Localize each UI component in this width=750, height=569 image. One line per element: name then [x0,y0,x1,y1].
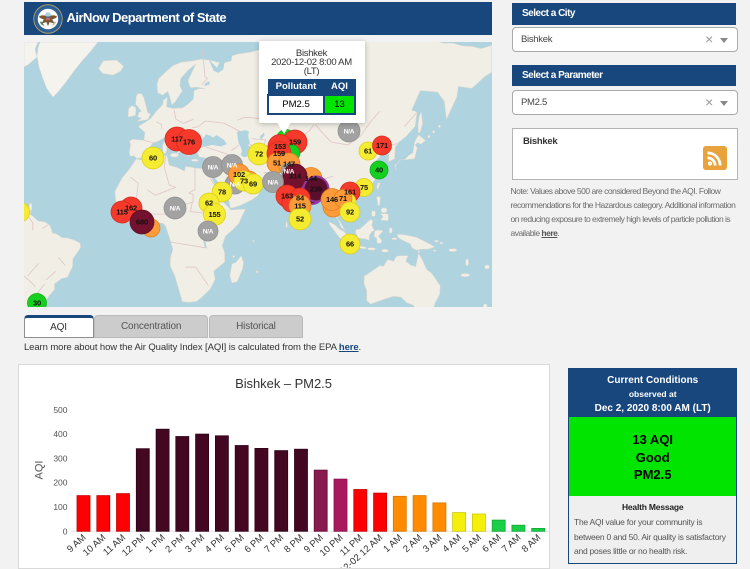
svg-text:7 AM: 7 AM [499,532,523,555]
svg-text:2 AM: 2 AM [401,532,425,555]
svg-text:300: 300 [53,453,67,463]
svg-text:5 PM: 5 PM [222,532,246,555]
svg-text:73: 73 [240,177,248,186]
svg-text:200: 200 [53,477,67,487]
svg-text:8 AM: 8 AM [519,532,543,555]
svg-text:100: 100 [53,502,67,512]
svg-text:117: 117 [171,135,183,144]
svg-text:6 PM: 6 PM [242,532,266,555]
svg-text:12 PM: 12 PM [120,532,148,559]
svg-text:N/A: N/A [208,165,219,172]
svg-text:680: 680 [136,218,148,227]
svg-text:146: 146 [326,195,338,204]
svg-text:5 AM: 5 AM [460,532,484,555]
svg-text:N/A: N/A [170,206,181,213]
svg-text:1 AM: 1 AM [381,532,405,555]
svg-text:147: 147 [283,160,295,169]
svg-text:71: 71 [339,194,347,203]
svg-text:144: 144 [305,174,318,183]
svg-text:4 PM: 4 PM [203,532,227,555]
svg-text:6 AM: 6 AM [480,532,504,555]
svg-text:78: 78 [218,188,226,197]
svg-text:115: 115 [116,208,128,217]
svg-text:N/A: N/A [268,180,279,187]
svg-text:8 PM: 8 PM [282,532,306,555]
svg-text:159: 159 [273,149,285,158]
svg-text:159: 159 [289,138,301,147]
svg-text:0: 0 [62,526,67,536]
svg-text:171: 171 [376,141,388,150]
svg-text:400: 400 [53,429,67,439]
svg-text:75: 75 [360,183,368,192]
svg-text:72: 72 [255,150,263,159]
svg-text:155: 155 [209,210,221,219]
svg-text:3 PM: 3 PM [183,532,207,555]
svg-text:239: 239 [310,185,322,194]
svg-text:4 AM: 4 AM [440,532,464,555]
svg-text:N/A: N/A [344,129,355,136]
svg-text:163: 163 [281,192,293,201]
svg-text:N/A: N/A [203,229,214,236]
svg-text:62: 62 [205,199,213,208]
svg-text:N/A: N/A [227,163,238,170]
svg-text:30: 30 [33,299,41,307]
svg-text:66: 66 [346,240,354,249]
svg-text:60: 60 [149,154,157,163]
svg-text:52: 52 [296,215,304,224]
svg-text:AQI: AQI [33,460,45,479]
svg-text:115: 115 [294,202,306,211]
svg-text:1 PM: 1 PM [143,532,167,555]
svg-text:69: 69 [249,180,257,189]
svg-text:3 AM: 3 AM [420,532,444,555]
svg-text:51: 51 [273,159,281,168]
svg-text:40: 40 [375,166,383,175]
svg-text:92: 92 [346,208,354,217]
svg-text:176: 176 [183,138,195,147]
svg-text:61: 61 [364,147,372,156]
svg-text:314: 314 [289,172,302,181]
svg-text:500: 500 [53,404,67,414]
svg-text:2 PM: 2 PM [163,532,187,555]
svg-text:7 PM: 7 PM [262,532,286,555]
